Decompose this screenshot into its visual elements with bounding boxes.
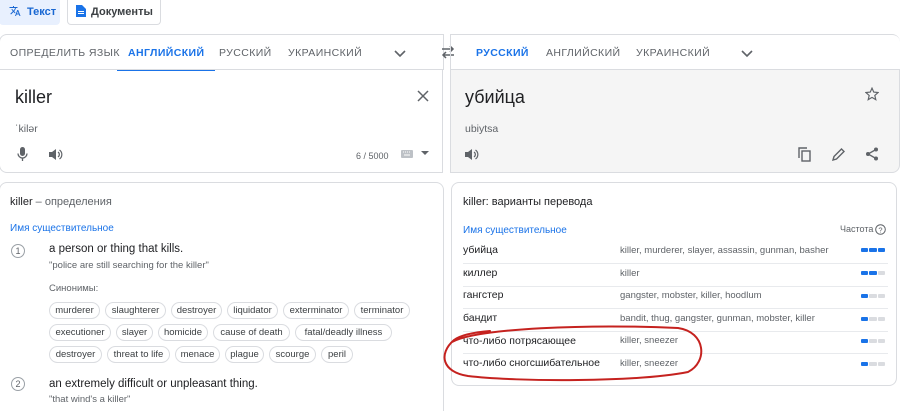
keyboard-icon[interactable] bbox=[400, 148, 414, 160]
synonym-chip[interactable]: slaughterer bbox=[105, 302, 166, 319]
synonym-chip[interactable]: cause of death bbox=[213, 324, 290, 341]
row-divider bbox=[463, 308, 888, 309]
edit-pencil-icon[interactable] bbox=[830, 146, 846, 162]
synonym-chip[interactable]: slayer bbox=[116, 324, 153, 341]
definitions-word: killer bbox=[10, 196, 33, 208]
translation-word[interactable]: гангстер bbox=[463, 289, 503, 301]
synonym-chip[interactable]: scourge bbox=[269, 346, 316, 363]
frequency-bar bbox=[861, 362, 885, 366]
definition-text: a person or thing that kills. bbox=[49, 243, 184, 255]
target-language-bar: РУССКИЙ АНГЛИЙСКИЙ УКРАИНСКИЙ bbox=[450, 34, 900, 71]
target-more-languages-chevron-icon[interactable] bbox=[739, 45, 755, 61]
translation-word[interactable]: убийца bbox=[463, 244, 498, 256]
synonym-chip[interactable]: destroyer bbox=[171, 302, 222, 319]
text-mode-label: Текст bbox=[27, 6, 57, 18]
clear-text-icon[interactable] bbox=[414, 87, 432, 105]
row-divider bbox=[463, 286, 888, 287]
target-lang-ukrainian[interactable]: УКРАИНСКИЙ bbox=[636, 35, 710, 71]
synonym-chip[interactable]: peril bbox=[321, 346, 353, 363]
text-mode-button[interactable]: Текст bbox=[0, 0, 60, 25]
synonym-chip[interactable]: terminator bbox=[354, 302, 410, 319]
source-transcription: ˈkilər bbox=[15, 123, 38, 135]
synonym-chip[interactable]: fatal/deadly illness bbox=[295, 324, 392, 341]
save-translation-star-icon[interactable] bbox=[863, 85, 881, 103]
synonym-chip[interactable]: murderer bbox=[49, 302, 100, 319]
definitions-title-suffix: – определения bbox=[32, 196, 112, 208]
frequency-bar bbox=[861, 248, 885, 252]
synonym-chip[interactable]: menace bbox=[175, 346, 220, 363]
definition-text: an extremely difficult or unpleasant thi… bbox=[49, 378, 258, 390]
translate-icon bbox=[8, 5, 22, 20]
document-icon bbox=[76, 4, 86, 20]
back-translations: killer, murderer, slayer, assassin, gunm… bbox=[620, 245, 829, 256]
red-highlight-annotation bbox=[443, 325, 703, 382]
documents-mode-label: Документы bbox=[91, 6, 153, 18]
source-lang-detect[interactable]: ОПРЕДЕЛИТЬ ЯЗЫК bbox=[10, 35, 120, 71]
target-lang-russian[interactable]: РУССКИЙ bbox=[465, 35, 540, 71]
synonyms-label: Синонимы: bbox=[49, 283, 99, 294]
share-icon[interactable] bbox=[864, 146, 880, 162]
translation-transliteration: ubiytsa bbox=[465, 123, 499, 135]
translation-word[interactable]: киллер bbox=[463, 267, 497, 279]
translations-part-of-speech: Имя существительное bbox=[463, 225, 567, 236]
back-translations: gangster, mobster, killer, hoodlum bbox=[620, 290, 762, 301]
synonym-chip[interactable]: plague bbox=[225, 346, 264, 363]
definitions-title: killer – определения bbox=[10, 196, 112, 208]
source-lang-ukrainian[interactable]: УКРАИНСКИЙ bbox=[288, 35, 362, 71]
synonym-chip[interactable]: executioner bbox=[49, 324, 111, 341]
source-language-bar: ОПРЕДЕЛИТЬ ЯЗЫК АНГЛИЙСКИЙ РУССКИЙ УКРАИ… bbox=[0, 34, 444, 71]
definitions-card: killer – определения Имя существительное… bbox=[0, 182, 444, 411]
definition-number: 2 bbox=[11, 377, 25, 391]
translation-output: убийца bbox=[465, 87, 525, 107]
frequency-label: Частота bbox=[840, 224, 874, 234]
listen-source-speaker-icon[interactable] bbox=[48, 146, 64, 162]
translations-title-suffix: : варианты перевода bbox=[485, 196, 593, 208]
translation-panel: убийца ubiytsa bbox=[450, 69, 900, 173]
frequency-bar bbox=[861, 339, 885, 343]
synonym-chip[interactable]: homicide bbox=[158, 324, 208, 341]
translations-word: killer bbox=[463, 196, 486, 208]
synonym-chip[interactable]: destroyer bbox=[49, 346, 102, 363]
character-count: 6 / 5000 bbox=[356, 151, 389, 161]
source-text-panel: killer ˈkilər 6 / 5000 bbox=[0, 69, 443, 173]
target-lang-english[interactable]: АНГЛИЙСКИЙ bbox=[546, 35, 620, 71]
microphone-icon[interactable] bbox=[14, 146, 30, 162]
frequency-bar bbox=[861, 317, 885, 321]
keyboard-dropdown-chevron-icon[interactable] bbox=[420, 148, 430, 158]
svg-text:?: ? bbox=[878, 225, 882, 234]
synonym-chip[interactable]: liquidator bbox=[227, 302, 278, 319]
definition-example: "that wind's a killer" bbox=[49, 394, 131, 405]
definition-number: 1 bbox=[11, 244, 25, 258]
synonym-chip[interactable]: exterminator bbox=[283, 302, 349, 319]
row-divider bbox=[463, 263, 888, 264]
frequency-bar bbox=[861, 271, 885, 275]
back-translations: killer bbox=[620, 268, 640, 279]
source-more-languages-chevron-icon[interactable] bbox=[392, 45, 408, 61]
documents-mode-button[interactable]: Документы bbox=[67, 0, 161, 25]
definitions-part-of-speech: Имя существительное bbox=[10, 223, 114, 234]
source-text-input[interactable]: killer bbox=[15, 87, 52, 108]
synonym-chip[interactable]: threat to life bbox=[107, 346, 170, 363]
source-lang-russian[interactable]: РУССКИЙ bbox=[219, 35, 272, 71]
copy-icon[interactable] bbox=[796, 146, 812, 162]
listen-translation-speaker-icon[interactable] bbox=[464, 146, 480, 162]
definition-example: "police are still searching for the kill… bbox=[49, 260, 209, 271]
frequency-bar bbox=[861, 294, 885, 298]
source-lang-english[interactable]: АНГЛИЙСКИЙ bbox=[116, 35, 216, 71]
translations-title: killer: варианты перевода bbox=[463, 196, 592, 208]
frequency-help-icon[interactable]: ? bbox=[874, 223, 886, 235]
